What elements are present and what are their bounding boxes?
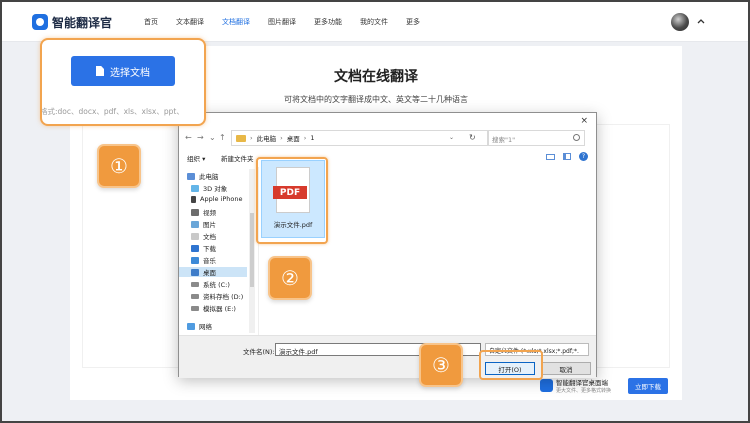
breadcrumb-desktop[interactable]: 桌面 (287, 133, 300, 143)
top-navigation: 智能翻译官 首页 文本翻译 文档翻译 图片翻译 更多功能 我的文件 更多 (2, 2, 748, 42)
drive-icon (191, 305, 199, 311)
tree-item-documents[interactable]: 文档 (191, 231, 216, 241)
select-document-button[interactable]: 选择文档 (71, 56, 175, 86)
computer-icon (187, 172, 195, 180)
supported-formats: 格式:doc、docx、pdf、xls、xlsx、ppt、 (40, 107, 184, 116)
network-icon (187, 322, 195, 330)
nav-my-files[interactable]: 我的文件 (360, 17, 388, 31)
close-icon[interactable]: × (580, 116, 588, 126)
tree-item-drive-e[interactable]: 模拟器 (E:) (191, 303, 236, 313)
organize-menu[interactable]: 组织 ▾ (187, 153, 205, 163)
tree-label: 系统 (C:) (203, 281, 230, 289)
step-1-badge: ① (97, 144, 141, 188)
breadcrumb-separator: › (250, 134, 253, 142)
help-icon[interactable]: ? (579, 152, 588, 161)
search-input[interactable]: 搜索"1" (487, 130, 585, 146)
document-icon (191, 232, 199, 240)
tree-label: Apple iPhone (200, 195, 243, 203)
callout-step-3-frame (479, 350, 543, 380)
select-document-label: 选择文档 (110, 67, 150, 79)
scroll-thumb[interactable] (250, 213, 254, 287)
nav-image-translate[interactable]: 图片翻译 (268, 17, 296, 31)
search-placeholder: 搜索"1" (492, 136, 516, 144)
desktop-icon (191, 268, 199, 276)
tree-item-downloads[interactable]: 下载 (191, 243, 216, 253)
logo-icon (32, 14, 48, 30)
tree-label: 网络 (199, 323, 212, 331)
nav-more-features[interactable]: 更多功能 (314, 17, 342, 31)
new-folder-button[interactable]: 新建文件夹 (221, 153, 254, 163)
preview-pane-icon[interactable] (563, 153, 571, 160)
tree-label: 资料存档 (D:) (203, 293, 244, 301)
back-arrow-icon[interactable]: ← (185, 133, 192, 142)
chevron-down-icon[interactable]: ⌄ (209, 133, 216, 142)
breadcrumb-separator: › (280, 134, 283, 142)
nav-more[interactable]: 更多 (406, 17, 420, 31)
tree-label: 图片 (203, 221, 216, 229)
drive-icon (191, 281, 199, 287)
breadcrumb-this-pc[interactable]: 此电脑 (257, 133, 277, 143)
address-dropdown-icon[interactable]: ⌄ (449, 134, 454, 141)
tree-label: 模拟器 (E:) (203, 305, 236, 313)
step-2-badge: ② (268, 256, 312, 300)
search-icon (573, 134, 580, 141)
tree-item-drive-d[interactable]: 资料存档 (D:) (191, 291, 243, 301)
desktop-download-promo: 智能翻译官桌面端 更大文件、更多格式转换 立即下载 (528, 375, 670, 397)
forward-arrow-icon[interactable]: → (197, 133, 204, 142)
view-controls: ? (546, 152, 588, 161)
tree-label: 此电脑 (199, 173, 219, 181)
view-mode-icon[interactable] (546, 153, 555, 160)
cancel-button[interactable]: 取消 (541, 362, 591, 375)
tree-item-iphone[interactable]: Apple iPhone (191, 195, 243, 203)
tree-item-desktop[interactable]: 桌面 (179, 267, 247, 277)
avatar[interactable] (671, 13, 689, 31)
drive-icon (191, 293, 199, 299)
nav-text-translate[interactable]: 文本翻译 (176, 17, 204, 31)
chevron-up-icon[interactable] (696, 16, 706, 26)
nav-doc-translate[interactable]: 文档翻译 (222, 17, 250, 31)
screenshot-frame: 智能翻译官 首页 文本翻译 文档翻译 图片翻译 更多功能 我的文件 更多 文档在… (0, 0, 750, 423)
dialog-toolbar: ← → ⌄ ↑ › 此电脑 › 桌面 › 1 ⌄ ↻ 搜索"1" (179, 129, 596, 149)
refresh-icon[interactable]: ↻ (469, 133, 476, 142)
document-icon (96, 66, 104, 76)
file-open-dialog: × ← → ⌄ ↑ › 此电脑 › 桌面 › 1 ⌄ ↻ 搜索"1" 组织 ▾ (178, 112, 597, 378)
music-icon (191, 256, 199, 264)
video-icon (191, 208, 199, 216)
tree-item-drive-c[interactable]: 系统 (C:) (191, 279, 230, 289)
tree-label: 音乐 (203, 257, 216, 265)
tree-item-videos[interactable]: 视频 (191, 207, 216, 217)
logo-text[interactable]: 智能翻译官 (52, 14, 112, 31)
callout-step-1: 选择文档 格式:doc、docx、pdf、xls、xlsx、ppt、 (40, 38, 206, 126)
download-icon (191, 244, 199, 252)
navigation-pane: 此电脑 3D 对象 Apple iPhone 视频 图片 文档 下载 音乐 桌面… (179, 167, 259, 335)
filename-label: 文件名(N): (243, 348, 275, 356)
promo-title: 智能翻译官桌面端 (556, 379, 608, 387)
up-arrow-icon[interactable]: ↑ (219, 133, 226, 142)
tree-label: 桌面 (203, 269, 216, 277)
tree-item-pictures[interactable]: 图片 (191, 219, 216, 229)
tree-item-music[interactable]: 音乐 (191, 255, 216, 265)
image-icon (191, 220, 199, 228)
tree-label: 视频 (203, 209, 216, 217)
tree-item-network[interactable]: 网络 (187, 321, 212, 331)
tree-label: 3D 对象 (203, 185, 228, 193)
phone-icon (191, 195, 196, 203)
folder-icon (236, 134, 246, 142)
tree-label: 下载 (203, 245, 216, 253)
step-3-badge: ③ (419, 343, 463, 387)
breadcrumb-folder[interactable]: 1 (310, 134, 314, 142)
main-nav: 首页 文本翻译 文档翻译 图片翻译 更多功能 我的文件 更多 (144, 17, 438, 31)
tree-item-this-pc[interactable]: 此电脑 (187, 171, 219, 181)
tree-label: 文档 (203, 233, 216, 241)
nav-home[interactable]: 首页 (144, 17, 158, 31)
breadcrumb-separator: › (303, 134, 307, 142)
promo-subtitle: 更大文件、更多格式转换 (556, 388, 612, 394)
command-bar: 组织 ▾ 新建文件夹 ? (179, 151, 596, 165)
cube-icon (191, 184, 199, 192)
nav-scrollbar[interactable] (249, 169, 255, 333)
callout-step-2-frame (256, 157, 328, 244)
download-now-button[interactable]: 立即下载 (628, 378, 668, 394)
tree-item-3d[interactable]: 3D 对象 (191, 183, 227, 193)
app-icon (540, 379, 553, 392)
